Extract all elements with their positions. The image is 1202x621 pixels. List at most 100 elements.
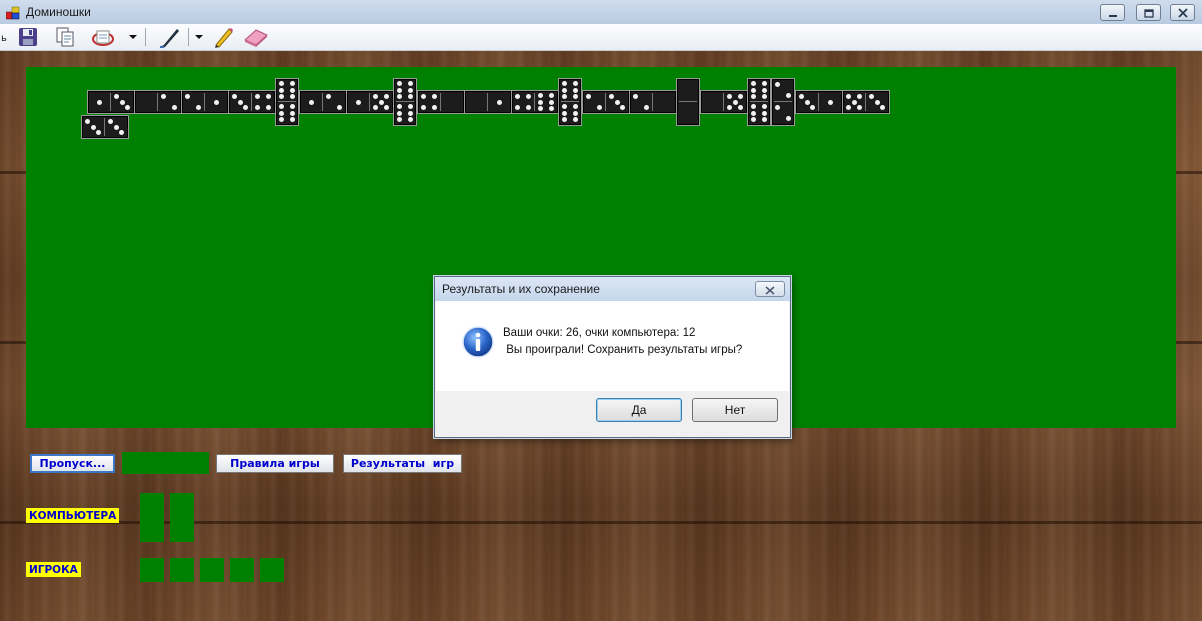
- domino-pip: [643, 104, 649, 110]
- pen-icon[interactable]: [155, 26, 183, 48]
- domino-pip: [548, 106, 554, 112]
- save-icon[interactable]: [15, 26, 41, 48]
- domino-pip: [407, 103, 413, 109]
- eraser-icon[interactable]: [241, 26, 271, 48]
- computer-label: КОМПЬЮТЕРА: [26, 508, 120, 523]
- domino-half: [677, 79, 699, 101]
- info-icon: [462, 326, 494, 358]
- minimize-button[interactable]: [1100, 4, 1125, 21]
- domino-pip: [397, 94, 403, 100]
- domino-pip: [827, 99, 833, 105]
- domino-pip: [609, 94, 614, 99]
- domino-pip: [289, 103, 295, 109]
- domino-pip: [562, 87, 568, 93]
- results-dialog: Результаты и их сохранение Ваши очки: 26…: [434, 276, 791, 438]
- domino-pip: [515, 94, 521, 100]
- domino-pip: [355, 99, 361, 105]
- domino-pip: [869, 94, 874, 99]
- minimize-icon: [1108, 3, 1118, 22]
- domino-half: [630, 91, 652, 113]
- domino-pip: [326, 94, 332, 100]
- domino-pip: [195, 104, 201, 110]
- copy-icon[interactable]: [53, 26, 77, 48]
- open-icon[interactable]: [89, 26, 117, 48]
- player-domino[interactable]: [200, 558, 224, 582]
- domino-pip: [727, 105, 732, 110]
- domino-pip: [596, 104, 602, 110]
- player-domino[interactable]: [170, 558, 194, 582]
- skip-button[interactable]: Пропуск...: [30, 454, 115, 473]
- domino-pip: [538, 92, 544, 98]
- domino-tile: [81, 115, 129, 139]
- domino-pip: [397, 80, 403, 86]
- domino-pip: [732, 99, 738, 105]
- domino-pip: [125, 105, 130, 110]
- dropdown-arrow-icon[interactable]: [192, 26, 206, 48]
- domino-half: [135, 91, 157, 113]
- domino-pip: [633, 94, 639, 100]
- domino-pip: [289, 87, 295, 93]
- player-domino[interactable]: [230, 558, 254, 582]
- domino-pip: [431, 104, 437, 110]
- domino-pip: [572, 117, 578, 123]
- player-domino[interactable]: [140, 558, 164, 582]
- close-icon: [1177, 3, 1188, 22]
- domino-tile: [417, 90, 465, 114]
- domino-pip: [185, 94, 191, 100]
- domino-pip: [810, 105, 815, 110]
- dropdown-arrow-icon[interactable]: [126, 26, 140, 48]
- domino-pip: [279, 80, 285, 86]
- toolbar-separator: [188, 28, 189, 46]
- domino-half: [535, 91, 557, 113]
- domino-pip: [255, 94, 261, 100]
- domino-half: [748, 79, 770, 101]
- domino-pip: [407, 94, 413, 100]
- domino-half: [488, 91, 510, 113]
- domino-pip: [161, 94, 167, 100]
- domino-pip: [761, 117, 767, 123]
- domino-half: [82, 116, 104, 138]
- domino-pip: [397, 103, 403, 109]
- toolbar-separator: [145, 28, 146, 46]
- domino-tile: [87, 90, 135, 114]
- domino-pip: [846, 94, 851, 99]
- domino-pip: [620, 105, 625, 110]
- dialog-title-bar[interactable]: Результаты и их сохранение: [435, 277, 790, 301]
- domino-pip: [562, 103, 568, 109]
- toolbar: ь: [0, 24, 1202, 51]
- no-button[interactable]: Нет: [692, 398, 778, 422]
- domino-half: [724, 91, 746, 113]
- domino-half: [512, 91, 534, 113]
- domino-tile: [795, 90, 843, 114]
- domino-pip: [407, 87, 413, 93]
- maximize-button[interactable]: [1136, 4, 1161, 21]
- domino-pip: [857, 105, 862, 110]
- domino-tile: [181, 90, 229, 114]
- computer-domino: [170, 493, 194, 542]
- dialog-close-button[interactable]: [755, 281, 785, 297]
- close-button[interactable]: [1170, 4, 1195, 21]
- domino-half: [205, 91, 227, 113]
- domino-half: [111, 91, 133, 113]
- domino-pip: [846, 105, 851, 110]
- domino-pip: [289, 80, 295, 86]
- domino-pip: [373, 94, 378, 99]
- domino-pip: [407, 117, 413, 123]
- domino-pip: [265, 94, 271, 100]
- title-bar[interactable]: Доминошки: [0, 0, 1202, 25]
- results-button[interactable]: Результаты игр: [343, 454, 462, 473]
- app-window: Доминошки ь Пропуск... Правила игры Резу…: [0, 0, 1202, 621]
- domino-tile: [228, 90, 276, 114]
- domino-pip: [96, 130, 101, 135]
- domino-pip: [751, 80, 757, 86]
- domino-pip: [378, 99, 384, 105]
- yes-button[interactable]: Да: [596, 398, 682, 422]
- domino-half: [606, 91, 628, 113]
- pencil-icon[interactable]: [210, 26, 236, 48]
- domino-pip: [761, 87, 767, 93]
- domino-pip: [751, 87, 757, 93]
- domino-half: [158, 91, 180, 113]
- rules-button[interactable]: Правила игры: [216, 454, 334, 473]
- player-domino[interactable]: [260, 558, 284, 582]
- domino-pip: [751, 103, 757, 109]
